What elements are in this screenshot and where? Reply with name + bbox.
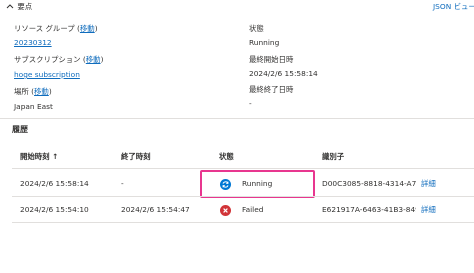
row-identifier: E621917A-6463-41B3-8491 <box>322 205 416 214</box>
essentials-divider <box>0 118 474 119</box>
column-header-end: 終了時刻 <box>121 152 151 161</box>
row-detail-link[interactable]: 詳細 <box>421 179 436 189</box>
essentials-toggle[interactable]: 要点 <box>6 2 32 12</box>
subscription-value[interactable]: hoge subscription <box>14 70 80 80</box>
row-identifier: D00C3085-8818-4314-A77A <box>322 179 416 188</box>
row-status-label: Failed <box>242 205 264 214</box>
row-start-time: 2024/2/6 15:54:10 <box>20 205 89 214</box>
subscription-move-link[interactable]: 移動 <box>86 55 101 64</box>
row-divider <box>12 196 474 197</box>
table-header-divider <box>12 168 474 169</box>
resource-group-label: リソース グループ (移動) <box>14 24 98 33</box>
history-title: 履歴 <box>12 125 28 134</box>
last-start-label: 最終開始日時 <box>249 55 294 64</box>
resource-group-move-link[interactable]: 移動 <box>80 24 95 33</box>
location-value: Japan East <box>14 102 53 111</box>
location-move-link[interactable]: 移動 <box>34 87 49 96</box>
column-header-id: 識別子 <box>322 152 345 161</box>
chevron-up-icon <box>6 2 15 12</box>
row-detail-link[interactable]: 詳細 <box>421 205 436 215</box>
state-label: 状態 <box>249 24 264 33</box>
essentials-toggle-label: 要点 <box>17 2 33 11</box>
state-value: Running <box>249 38 280 47</box>
resource-group-value[interactable]: 20230312 <box>14 38 52 48</box>
row-divider <box>12 222 474 223</box>
subscription-label: サブスクリプション (移動) <box>14 55 104 64</box>
row-end-time: 2024/2/6 15:54:47 <box>121 205 190 214</box>
last-end-value: - <box>249 99 252 108</box>
row-start-time: 2024/2/6 15:58:14 <box>20 179 89 188</box>
location-label: 場所 (移動) <box>14 87 52 96</box>
highlight-box <box>200 170 315 198</box>
column-header-start[interactable]: 開始時刻 ↑ <box>20 152 58 162</box>
json-view-link[interactable]: JSON ビュー <box>433 2 474 12</box>
last-start-value: 2024/2/6 15:58:14 <box>249 69 318 78</box>
column-header-status: 状態 <box>219 152 234 161</box>
last-end-label: 最終終了日時 <box>249 85 294 94</box>
row-end-time: - <box>121 179 124 188</box>
failed-status-icon <box>220 205 231 216</box>
